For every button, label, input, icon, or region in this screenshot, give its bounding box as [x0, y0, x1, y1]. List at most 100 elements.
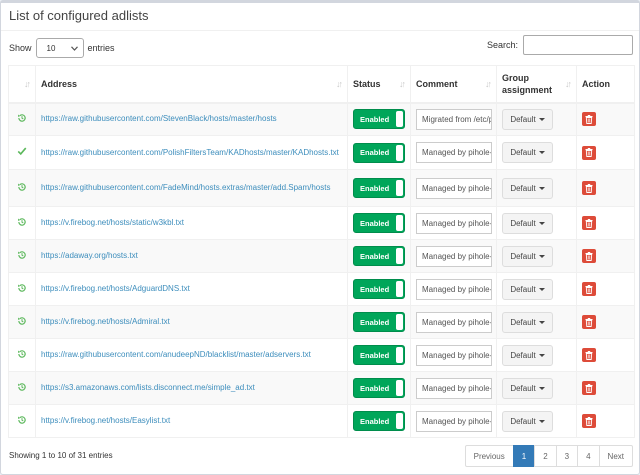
adlist-address-link[interactable]: https://v.firebog.net/hosts/Easylist.txt	[41, 416, 170, 425]
pagination-previous[interactable]: Previous	[464, 445, 514, 467]
group-cell: Default	[496, 239, 577, 273]
action-cell	[576, 135, 635, 170]
enabled-toggle[interactable]: Enabled	[353, 109, 405, 130]
delete-button[interactable]	[582, 249, 596, 263]
enabled-toggle-label: Enabled	[360, 350, 390, 360]
delete-button[interactable]	[582, 414, 596, 428]
action-cell	[576, 404, 635, 438]
adlist-address-link[interactable]: https://raw.githubusercontent.com/anudee…	[41, 350, 311, 359]
delete-button[interactable]	[582, 315, 596, 329]
group-assignment-dropdown[interactable]: Default	[502, 344, 553, 366]
box-title: List of configured adlists	[9, 8, 149, 23]
comment-input[interactable]: Managed by pihole-updatelists	[416, 410, 492, 432]
address-cell: https://raw.githubusercontent.com/FadeMi…	[35, 169, 348, 207]
adlist-address-link[interactable]: https://raw.githubusercontent.com/Steven…	[41, 114, 277, 123]
delete-button[interactable]	[582, 282, 596, 296]
status-icon-cell	[8, 135, 36, 170]
group-assignment-dropdown[interactable]: Default	[502, 410, 553, 432]
comment-input[interactable]: Managed by pihole-updatelists	[416, 212, 492, 234]
enabled-toggle-label: Enabled	[360, 183, 390, 193]
status-icon-cell	[8, 239, 36, 273]
comment-cell: Migrated from /etc/pihole/adlists.list	[410, 102, 497, 136]
group-assignment-dropdown[interactable]: Default	[502, 377, 553, 399]
delete-button[interactable]	[582, 145, 596, 160]
column-header-status-icon[interactable]: ↓↑	[8, 65, 36, 104]
group-assignment-dropdown[interactable]: Default	[502, 311, 553, 333]
toggle-knob	[396, 215, 403, 231]
status-cell: Enabled	[347, 239, 411, 273]
group-assignment-value: Default	[510, 350, 536, 360]
toggle-knob	[396, 144, 403, 161]
pagination-page-4[interactable]: 4	[577, 445, 600, 467]
entries-per-page-select[interactable]: 10	[35, 38, 84, 58]
enabled-toggle[interactable]: Enabled	[353, 279, 405, 299]
enabled-toggle[interactable]: Enabled	[353, 345, 405, 365]
group-assignment-dropdown[interactable]: Default	[502, 177, 553, 199]
group-assignment-dropdown[interactable]: Default	[502, 212, 553, 234]
comment-input[interactable]: Managed by pihole-updatelists	[416, 245, 492, 267]
enabled-toggle[interactable]: Enabled	[353, 411, 405, 431]
group-assignment-dropdown[interactable]: Default	[502, 245, 553, 267]
delete-button[interactable]	[582, 216, 596, 230]
group-assignment-dropdown[interactable]: Default	[502, 108, 553, 130]
status-cell: Enabled	[347, 305, 411, 339]
delete-button[interactable]	[582, 181, 596, 195]
delete-button[interactable]	[582, 112, 596, 127]
adlist-address-link[interactable]: https://raw.githubusercontent.com/Polish…	[41, 148, 339, 157]
sort-icon: ↓↑	[399, 78, 406, 89]
table-row: https://v.firebog.net/hosts/Admiral.txt E…	[8, 305, 635, 339]
pagination-next[interactable]: Next	[598, 445, 633, 467]
group-assignment-dropdown[interactable]: Default	[502, 278, 553, 300]
sort-icon: ↓↑	[336, 78, 343, 89]
adlist-address-link[interactable]: https://v.firebog.net/hosts/AdguardDNS.t…	[41, 284, 190, 293]
table-row: https://raw.githubusercontent.com/Steven…	[8, 102, 635, 136]
column-header-group-assignment[interactable]: Group assignment ↓↑	[496, 65, 577, 104]
enabled-toggle[interactable]: Enabled	[353, 378, 405, 398]
group-assignment-value: Default	[510, 218, 536, 228]
column-header-action: Action	[576, 65, 635, 104]
group-cell: Default	[496, 371, 577, 405]
delete-button[interactable]	[582, 381, 596, 395]
comment-input[interactable]: Managed by pihole-updatelists	[416, 177, 492, 199]
column-header-status[interactable]: Status ↓↑	[347, 65, 411, 104]
status-cell: Enabled	[347, 404, 411, 438]
pagination-page-3[interactable]: 3	[555, 445, 579, 467]
toggle-knob	[396, 248, 403, 264]
group-assignment-dropdown[interactable]: Default	[502, 142, 553, 163]
comment-input[interactable]: Migrated from /etc/pihole/adlists.list	[416, 108, 492, 130]
toggle-knob	[396, 281, 403, 297]
adlist-address-link[interactable]: https://raw.githubusercontent.com/FadeMi…	[41, 183, 330, 192]
delete-button[interactable]	[582, 348, 596, 362]
status-icon-cell	[8, 169, 36, 207]
group-assignment-value: Default	[510, 114, 536, 124]
enabled-toggle-label: Enabled	[360, 383, 390, 393]
group-cell: Default	[496, 135, 577, 170]
enabled-toggle[interactable]: Enabled	[353, 142, 405, 163]
address-cell: https://s3.amazonaws.com/lists.disconnec…	[35, 371, 348, 405]
enabled-toggle[interactable]: Enabled	[353, 213, 405, 233]
enabled-toggle[interactable]: Enabled	[353, 246, 405, 266]
enabled-toggle[interactable]: Enabled	[353, 178, 405, 198]
pagination-page-1[interactable]: 1	[512, 445, 536, 467]
caret-down-icon	[538, 386, 545, 390]
action-cell	[576, 239, 635, 273]
search-control: Search:	[487, 35, 633, 55]
comment-input[interactable]: Managed by pihole-updatelists	[416, 377, 492, 399]
adlist-address-link[interactable]: https://v.firebog.net/hosts/Admiral.txt	[41, 317, 170, 326]
table-controls: Show 10 entries Search:	[1, 35, 639, 59]
comment-input[interactable]: Managed by pihole-updatelists	[416, 278, 492, 300]
adlist-address-link[interactable]: https://s3.amazonaws.com/lists.disconnec…	[41, 383, 255, 392]
adlist-address-link[interactable]: https://adaway.org/hosts.txt	[41, 251, 138, 260]
comment-input[interactable]: Managed by pihole-updatelists	[416, 142, 492, 163]
column-header-comment[interactable]: Comment ↓↑	[410, 65, 497, 104]
status-cell: Enabled	[347, 206, 411, 240]
comment-input[interactable]: Managed by pihole-updatelists	[416, 311, 492, 333]
address-cell: https://v.firebog.net/hosts/AdguardDNS.t…	[35, 272, 348, 306]
history-icon	[14, 316, 30, 329]
adlist-address-link[interactable]: https://v.firebog.net/hosts/static/w3kbl…	[41, 218, 184, 227]
enabled-toggle[interactable]: Enabled	[353, 312, 405, 332]
search-input[interactable]	[523, 35, 633, 55]
comment-input[interactable]: Managed by pihole-updatelists	[416, 344, 492, 366]
column-header-address[interactable]: Address ↓↑	[35, 65, 348, 104]
pagination-page-2[interactable]: 2	[534, 445, 557, 467]
